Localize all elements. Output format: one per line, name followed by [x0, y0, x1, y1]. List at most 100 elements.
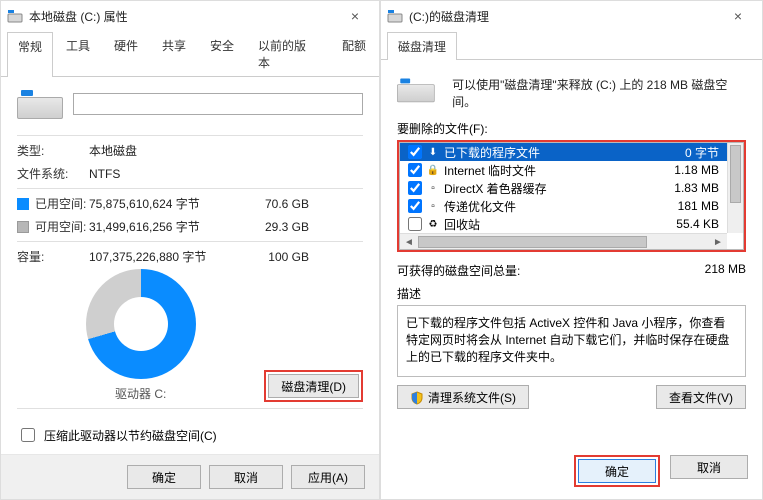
- tab-strip: 磁盘清理: [381, 31, 762, 60]
- download-icon: ⬇: [426, 145, 440, 159]
- file-row-name: Internet 临时文件: [444, 162, 653, 179]
- tab-security[interactable]: 安全: [199, 31, 245, 76]
- file-icon: ▫: [426, 199, 440, 213]
- fs-value: NTFS: [89, 167, 249, 181]
- compress-checkbox[interactable]: 压缩此驱动器以节约磁盘空间(C): [17, 425, 363, 445]
- cleanup-description: 可以使用"磁盘清理"来释放 (C:) 上的 218 MB 磁盘空间。: [452, 76, 746, 110]
- compress-checkbox-input[interactable]: [21, 428, 35, 442]
- tab-hardware[interactable]: 硬件: [103, 31, 149, 76]
- ok-button-highlight: 确定: [574, 455, 660, 487]
- file-row-name: 已下载的程序文件: [444, 144, 653, 161]
- title-bar: 本地磁盘 (C:) 属性 ×: [1, 1, 379, 31]
- disk-cleanup-highlight: 磁盘清理(D): [264, 370, 363, 402]
- type-value: 本地磁盘: [89, 142, 249, 159]
- ok-button[interactable]: 确定: [127, 465, 201, 489]
- dialog-buttons: 确定 取消: [381, 441, 762, 499]
- usage-pie-chart: [86, 269, 196, 379]
- window-title: (C:)的磁盘清理: [409, 8, 720, 25]
- description-section-label: 描述: [397, 285, 746, 302]
- tab-quota[interactable]: 配额: [331, 31, 377, 76]
- file-row-name: 回收站: [444, 216, 653, 233]
- free-bytes: 31,499,616,256 字节: [89, 218, 249, 235]
- recycle-icon: ♻: [426, 217, 440, 231]
- file-row-size: 181 MB: [653, 199, 723, 213]
- lock-icon: 🔒: [426, 163, 440, 177]
- file-list-row[interactable]: 🔒 Internet 临时文件1.18 MB: [400, 161, 727, 179]
- drive-large-icon: [17, 87, 63, 121]
- used-bytes: 75,875,610,624 字节: [89, 195, 249, 212]
- cap-label: 容量:: [17, 248, 89, 265]
- gain-value: 218 MB: [705, 262, 746, 279]
- free-label: 可用空间:: [17, 218, 89, 235]
- divider: [17, 188, 363, 189]
- divider: [17, 135, 363, 136]
- file-row-checkbox[interactable]: [408, 199, 422, 213]
- type-label: 类型:: [17, 142, 89, 159]
- file-description-text: 已下载的程序文件包括 ActiveX 控件和 Java 小程序，你查看特定网页时…: [397, 305, 746, 377]
- vertical-scrollbar[interactable]: [727, 143, 743, 233]
- close-icon[interactable]: ×: [720, 8, 756, 24]
- file-list-row[interactable]: ▫ DirectX 着色器缓存1.83 MB: [400, 179, 727, 197]
- divider: [17, 241, 363, 242]
- properties-window: 本地磁盘 (C:) 属性 × 常规 工具 硬件 共享 安全 以前的版本 配额 类…: [0, 0, 380, 500]
- cancel-button[interactable]: 取消: [670, 455, 748, 479]
- scrollbar-thumb[interactable]: [730, 145, 741, 203]
- shield-icon: [410, 391, 424, 405]
- dialog-buttons: 确定 取消 应用(A): [1, 454, 379, 499]
- gain-label: 可获得的磁盘空间总量:: [397, 262, 520, 279]
- cap-human: 100 GB: [249, 250, 309, 264]
- file-row-size: 0 字节: [653, 144, 723, 161]
- cancel-button[interactable]: 取消: [209, 465, 283, 489]
- file-icon: ▫: [426, 181, 440, 195]
- general-tab-content: 类型: 本地磁盘 文件系统: NTFS 已用空间: 75,875,610,624…: [1, 77, 379, 454]
- disk-cleanup-button[interactable]: 磁盘清理(D): [268, 374, 359, 398]
- divider: [17, 408, 363, 409]
- clean-system-files-button[interactable]: 清理系统文件(S): [397, 385, 529, 409]
- window-title: 本地磁盘 (C:) 属性: [29, 8, 337, 25]
- tab-tools[interactable]: 工具: [55, 31, 101, 76]
- free-color-icon: [17, 221, 29, 233]
- file-list-label: 要删除的文件(F):: [397, 120, 746, 137]
- cleanup-content: 可以使用"磁盘清理"来释放 (C:) 上的 218 MB 磁盘空间。 要删除的文…: [381, 60, 762, 441]
- file-row-size: 55.4 KB: [653, 217, 723, 231]
- tab-prev[interactable]: 以前的版本: [247, 31, 329, 76]
- scroll-right-icon[interactable]: ►: [711, 236, 725, 248]
- drive-icon: [7, 8, 23, 24]
- ok-button[interactable]: 确定: [578, 459, 656, 483]
- drive-caption: 驱动器 C:: [86, 385, 196, 402]
- file-row-checkbox[interactable]: [408, 163, 422, 177]
- file-list[interactable]: ⬇ 已下载的程序文件0 字节 🔒 Internet 临时文件1.18 MB ▫ Direc…: [399, 142, 744, 250]
- close-icon[interactable]: ×: [337, 8, 373, 24]
- apply-button[interactable]: 应用(A): [291, 465, 365, 489]
- used-label: 已用空间:: [17, 195, 89, 212]
- used-human: 70.6 GB: [249, 197, 309, 211]
- title-bar: (C:)的磁盘清理 ×: [381, 1, 762, 31]
- horizontal-scrollbar[interactable]: ◄ ►: [400, 233, 727, 249]
- file-list-highlight: ⬇ 已下载的程序文件0 字节 🔒 Internet 临时文件1.18 MB ▫ Direc…: [397, 140, 746, 252]
- file-row-checkbox[interactable]: [408, 217, 422, 231]
- file-row-size: 1.18 MB: [653, 163, 723, 177]
- used-color-icon: [17, 198, 29, 210]
- tab-general[interactable]: 常规: [7, 32, 53, 77]
- file-row-name: DirectX 着色器缓存: [444, 180, 653, 197]
- drive-large-icon: [397, 76, 434, 104]
- tab-cleanup[interactable]: 磁盘清理: [387, 32, 457, 60]
- scrollbar-thumb[interactable]: [418, 236, 647, 248]
- disk-cleanup-window: (C:)的磁盘清理 × 磁盘清理 可以使用"磁盘清理"来释放 (C:) 上的 2…: [380, 0, 763, 500]
- file-list-row[interactable]: ⬇ 已下载的程序文件0 字节: [400, 143, 727, 161]
- view-files-button[interactable]: 查看文件(V): [656, 385, 746, 409]
- scroll-left-icon[interactable]: ◄: [402, 236, 416, 248]
- fs-label: 文件系统:: [17, 165, 89, 182]
- file-row-checkbox[interactable]: [408, 181, 422, 195]
- file-list-row[interactable]: ▫传递优化文件181 MB: [400, 197, 727, 215]
- compress-label: 压缩此驱动器以节约磁盘空间(C): [44, 427, 217, 444]
- free-human: 29.3 GB: [249, 220, 309, 234]
- cap-bytes: 107,375,226,880 字节: [89, 248, 249, 265]
- tab-strip: 常规 工具 硬件 共享 安全 以前的版本 配额: [1, 31, 379, 77]
- file-row-size: 1.83 MB: [653, 181, 723, 195]
- tab-sharing[interactable]: 共享: [151, 31, 197, 76]
- volume-name-input[interactable]: [73, 93, 363, 115]
- file-row-checkbox[interactable]: [408, 145, 422, 159]
- drive-icon: [387, 8, 403, 24]
- file-list-row[interactable]: ♻ 回收站55.4 KB: [400, 215, 727, 233]
